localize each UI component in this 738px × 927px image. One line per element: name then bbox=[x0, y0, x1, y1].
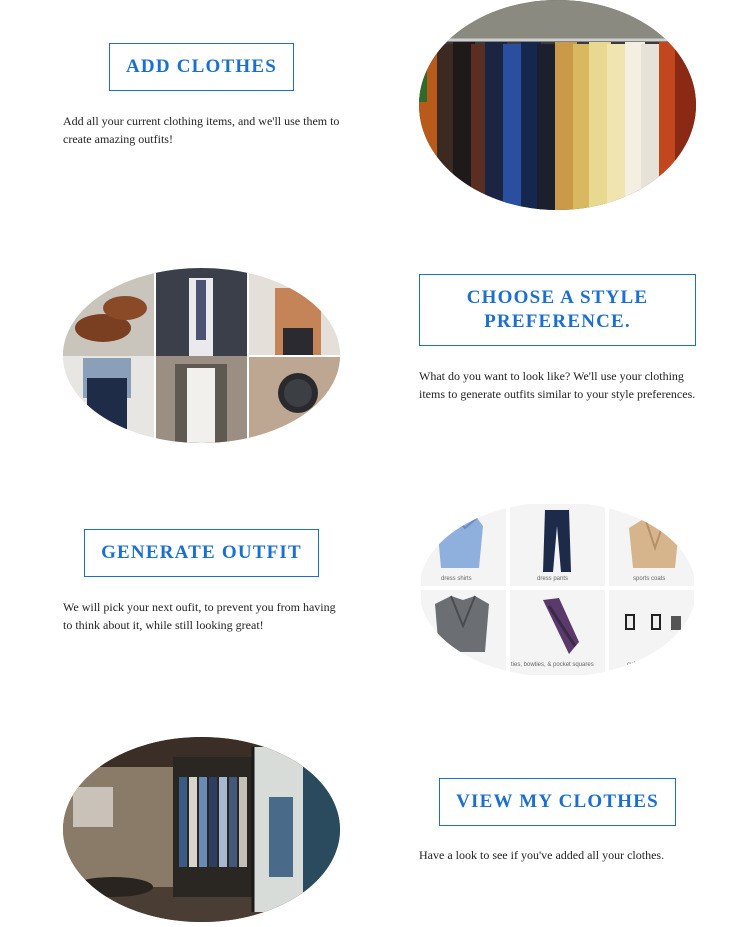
label-sports-coats: sports coats bbox=[633, 576, 665, 582]
clothing-rack-image bbox=[419, 0, 696, 210]
style-preference-description: What do you want to look like? We'll use… bbox=[419, 369, 696, 401]
choose-style-preference-button[interactable]: CHOOSE A STYLE PREFERENCE. bbox=[419, 274, 696, 346]
clothing-store-image bbox=[63, 737, 340, 922]
product-grid-image: dress shirts dress pants sports coats ti… bbox=[419, 502, 696, 677]
add-clothes-description: Add all your current clothing items, and… bbox=[63, 114, 340, 146]
label-cufflinks: cuf bbox=[627, 662, 635, 668]
generate-outfit-description: We will pick your next oufit, to prevent… bbox=[63, 600, 336, 632]
label-ties: ties, bowties, & pocket squares bbox=[511, 662, 594, 668]
menswear-collage-image bbox=[63, 268, 340, 443]
add-clothes-button[interactable]: ADD CLOTHES bbox=[109, 43, 294, 91]
view-my-clothes-button[interactable]: VIEW MY CLOTHES bbox=[439, 778, 676, 826]
label-dress-shirts: dress shirts bbox=[441, 576, 472, 582]
view-clothes-description: Have a look to see if you've added all y… bbox=[419, 848, 665, 862]
label-dress-pants: dress pants bbox=[537, 576, 568, 582]
generate-outfit-button[interactable]: GENERATE OUTFIT bbox=[84, 529, 319, 577]
